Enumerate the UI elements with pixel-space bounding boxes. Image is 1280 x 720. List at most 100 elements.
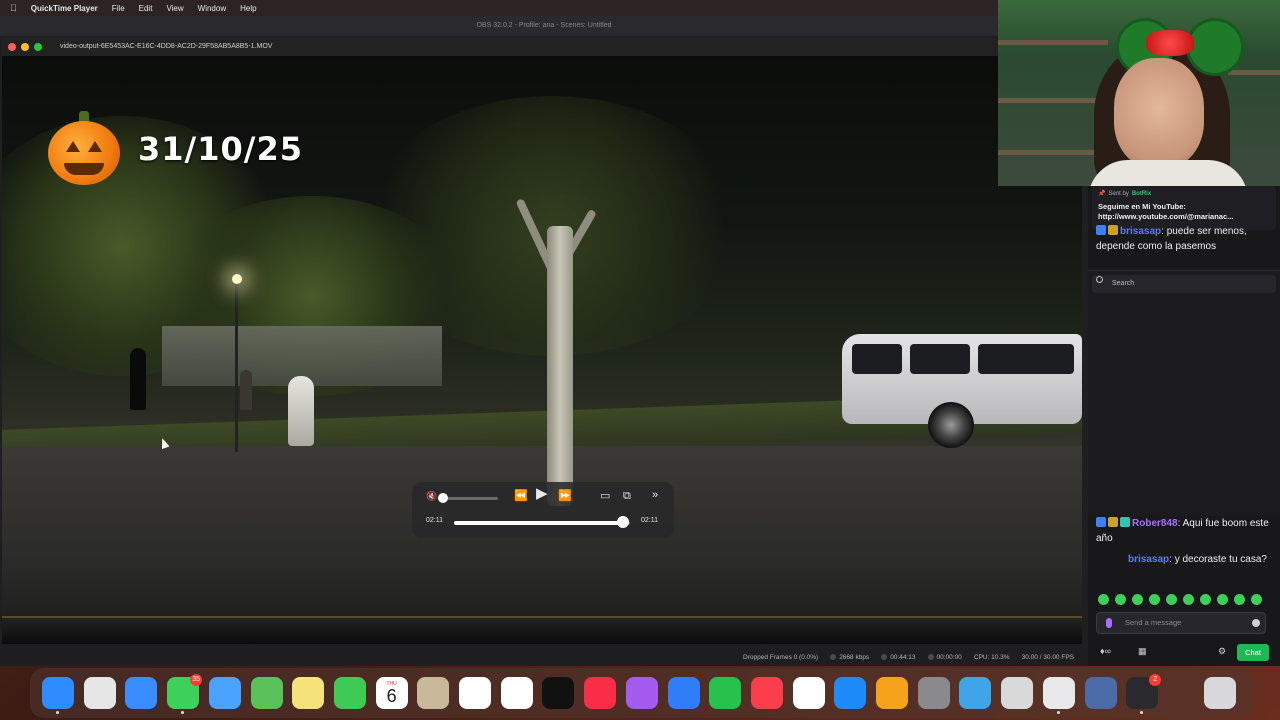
safari-icon[interactable] [125, 677, 158, 709]
pumpkin-icon [46, 111, 122, 187]
preview-icon[interactable] [1001, 677, 1034, 709]
search-panel: Search [1088, 270, 1280, 516]
settings-icon[interactable] [917, 677, 950, 709]
dropped-frames: Dropped Frames 0 (0.0%) [743, 653, 819, 661]
mouse-ear-right [1186, 18, 1244, 76]
zoom-button[interactable] [34, 43, 42, 51]
date-overlay: 31/10/25 [46, 111, 303, 187]
emote-icon[interactable] [1132, 594, 1143, 605]
airplay-icon[interactable]: ▭ [600, 491, 610, 502]
reminders-icon[interactable] [459, 677, 491, 709]
video-frame[interactable]: 31/10/25 [2, 56, 1082, 644]
signal-icon [830, 653, 837, 660]
mail-icon[interactable] [208, 677, 241, 709]
emote-icon[interactable] [1234, 594, 1245, 605]
play-icon[interactable]: ▶ [536, 486, 548, 501]
obs-icon[interactable]: 2 [1126, 674, 1162, 709]
quicktime-window: video-output-6E5453AC-E16C-4DD8-AC2D-29F… [2, 38, 1082, 644]
photos-icon[interactable] [792, 677, 825, 709]
pages-icon[interactable] [876, 677, 908, 709]
mic-icon[interactable] [1106, 618, 1112, 628]
menu-window[interactable]: Window [198, 4, 226, 13]
messages-icon[interactable]: 35 [167, 674, 203, 709]
chat-username[interactable]: brisasap [1120, 226, 1161, 237]
chat-toolbar: ♦∞ ▦ ⚙ Chat [1088, 642, 1280, 666]
disk-icon[interactable] [1084, 677, 1117, 709]
playback-controls: 🔇 ⏪ ▶ ⏩ ▭ ⧉ » 02:11 02:11 [412, 482, 674, 538]
maps-icon[interactable] [250, 677, 283, 709]
stream-time: 00:44:13 [881, 654, 916, 661]
freeform-icon[interactable] [500, 677, 533, 709]
menu-help[interactable]: Help [240, 4, 256, 13]
emote-icon[interactable] [1251, 594, 1262, 605]
obs-status-bar: Dropped Frames 0 (0.0%) 2668 kbps 00:44:… [0, 648, 1088, 666]
emote-icon[interactable] [1217, 594, 1228, 605]
emote-icon[interactable] [1149, 594, 1160, 605]
menu-view[interactable]: View [166, 4, 183, 13]
contacts-icon[interactable] [417, 677, 450, 709]
minimize-button[interactable] [21, 43, 29, 51]
shelf [998, 98, 1108, 103]
apple-icon[interactable]:  [10, 3, 17, 13]
progress-bar[interactable] [454, 521, 630, 525]
podcasts-icon[interactable] [625, 677, 658, 709]
music-icon[interactable] [584, 677, 617, 709]
trash-icon[interactable] [1204, 677, 1236, 709]
emoji-icon[interactable] [1252, 619, 1260, 627]
quicktime-icon[interactable] [1042, 677, 1075, 709]
chat-username[interactable]: brisasap [1128, 554, 1169, 565]
badge-icon [1096, 225, 1106, 235]
chat-text: : puede ser menos, depende como la pasem… [1096, 226, 1247, 252]
search-input[interactable]: Search [1092, 275, 1276, 293]
car-window [910, 344, 970, 374]
emote-icon[interactable] [1115, 594, 1126, 605]
chat-message-input[interactable]: Send a message [1096, 612, 1266, 634]
emote-icon[interactable] [1098, 594, 1109, 605]
news-icon[interactable] [750, 677, 783, 709]
emote-icon[interactable] [1183, 594, 1194, 605]
menu-edit[interactable]: Edit [139, 4, 153, 13]
facetime-icon[interactable] [333, 677, 366, 709]
badge-icon [1120, 517, 1130, 527]
fps: 30.00 / 30.00 FPS [1021, 653, 1074, 661]
launchpad-icon[interactable] [83, 677, 116, 709]
car-dashboard [2, 616, 1082, 644]
mute-icon[interactable]: 🔇 [426, 491, 437, 502]
picture-in-picture-icon[interactable]: ⧉ [623, 491, 631, 502]
emote-icon[interactable] [1200, 594, 1211, 605]
ghost-decoration [288, 376, 314, 446]
finder-icon[interactable] [42, 677, 74, 709]
red-bow [1146, 30, 1194, 56]
menu-app-name[interactable]: QuickTime Player [31, 4, 98, 13]
gear-icon[interactable]: ⚙ [1218, 646, 1226, 657]
volume-knob[interactable] [438, 493, 448, 503]
desktop:  QuickTime Player File Edit View Window… [0, 0, 1280, 720]
emote-bar [1098, 594, 1262, 605]
folder-icon[interactable] [959, 677, 992, 709]
shelf [998, 150, 1108, 155]
calendar-date: 6 [386, 686, 397, 706]
rewind-icon[interactable]: ⏪ [514, 491, 528, 502]
bitrate: 2668 kbps [830, 654, 869, 661]
progress-knob[interactable] [616, 516, 629, 528]
parked-car [842, 314, 1082, 448]
chat-message: brisasap: y decoraste tu casa? [1096, 552, 1272, 567]
more-icon[interactable]: » [652, 490, 658, 501]
badge-icon [1096, 517, 1106, 527]
shelf [1228, 70, 1280, 75]
points-icon[interactable]: ♦∞ [1100, 646, 1111, 656]
overlay-date: 31/10/25 [138, 130, 303, 168]
calendar-tool-icon[interactable]: ▦ [1138, 646, 1147, 657]
chat-send-button[interactable]: Chat [1237, 644, 1269, 661]
notes-icon[interactable] [292, 677, 325, 709]
menu-file[interactable]: File [112, 4, 125, 13]
numbers-icon[interactable] [709, 677, 742, 709]
emote-icon[interactable] [1166, 594, 1177, 605]
calendar-icon[interactable]: THU 6 [375, 677, 408, 709]
close-button[interactable] [8, 43, 16, 51]
keynote-icon[interactable] [667, 677, 700, 709]
appstore-icon[interactable] [834, 677, 867, 709]
appletv-icon[interactable] [542, 677, 575, 709]
chat-username[interactable]: Rober848 [1132, 518, 1178, 529]
fast-forward-icon[interactable]: ⏩ [558, 491, 572, 502]
